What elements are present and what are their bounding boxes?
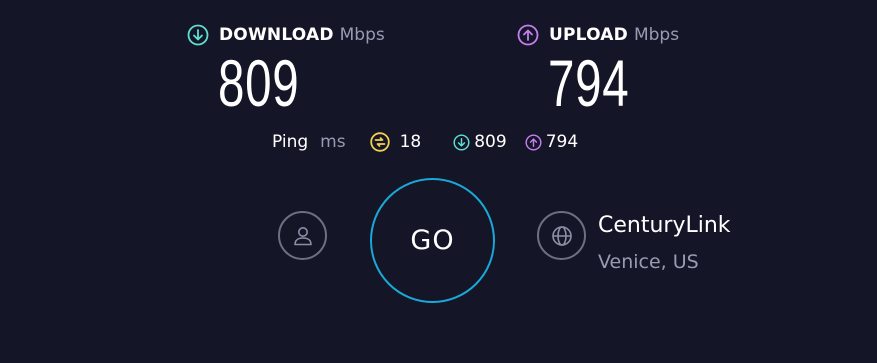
upload-unit: Mbps bbox=[633, 25, 680, 45]
ping-value: 18 bbox=[399, 132, 422, 152]
ping-unit: ms bbox=[320, 132, 346, 152]
upload-value: 794 bbox=[548, 46, 630, 120]
change-server-button[interactable] bbox=[537, 211, 586, 260]
upload-label: UPLOAD bbox=[549, 25, 628, 45]
download-unit: Mbps bbox=[339, 25, 385, 45]
download-label: DOWNLOAD bbox=[219, 25, 334, 45]
ping-download: 809 bbox=[453, 132, 507, 152]
ping-upload: 794 bbox=[525, 132, 578, 152]
ping-icon bbox=[369, 132, 390, 152]
server-location[interactable]: Venice, US bbox=[598, 251, 699, 273]
user-icon bbox=[293, 226, 312, 245]
arrow-up-circle-icon bbox=[517, 24, 539, 46]
download-header: DOWNLOAD Mbps bbox=[187, 24, 385, 46]
arrow-down-circle-icon bbox=[187, 24, 209, 46]
download-value: 809 bbox=[218, 46, 300, 120]
globe-icon bbox=[551, 225, 572, 246]
provider-name[interactable]: CenturyLink bbox=[598, 213, 731, 238]
go-button-label: GO bbox=[410, 225, 455, 256]
ping-download-value: 809 bbox=[474, 132, 507, 152]
upload-header: UPLOAD Mbps bbox=[517, 24, 679, 46]
arrow-down-circle-icon bbox=[453, 133, 470, 151]
arrow-up-circle-icon bbox=[525, 133, 542, 151]
go-button[interactable]: GO bbox=[370, 178, 495, 303]
ping-latency: 18 bbox=[369, 132, 422, 152]
ping-row: Ping ms 18 809 794 bbox=[272, 132, 578, 152]
ping-upload-value: 794 bbox=[545, 132, 579, 152]
ping-label: Ping bbox=[272, 132, 309, 152]
user-button[interactable] bbox=[278, 211, 327, 260]
